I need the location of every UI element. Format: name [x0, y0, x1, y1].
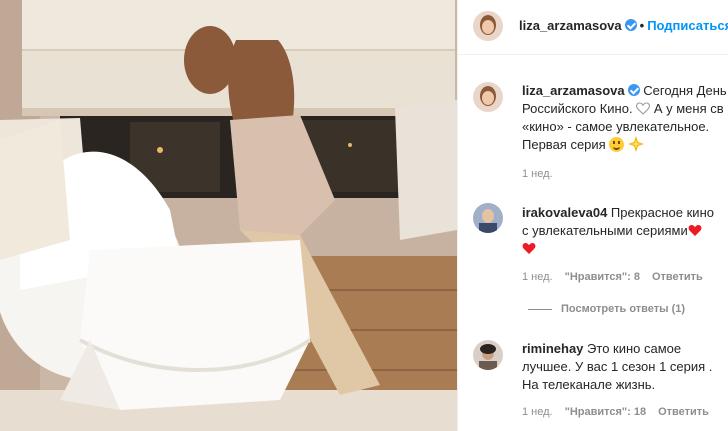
comment-time[interactable]: 1 нед. [522, 406, 553, 418]
caption-text-part-2: Российского Кино. [522, 101, 633, 116]
white-heart-emoji-icon [636, 102, 651, 115]
comment-2-line-3: На телеканале жизнь. [522, 377, 656, 392]
comment-avatar-irakovaleva04[interactable] [473, 203, 503, 233]
comment-time[interactable]: 1 нед. [522, 271, 553, 283]
caption-text-part-1: Сегодня День [643, 83, 727, 98]
caption-line-3: «кино» - самое увлекательное. [522, 119, 710, 134]
caption-avatar-image [473, 82, 503, 112]
comment-1-line-1: irakovaleva04 Прекрасное кино [522, 204, 714, 222]
comment-riminehay-text: riminehay Это кино самое лучшее. У вас 1… [522, 340, 712, 394]
smile-emoji-icon [609, 137, 625, 152]
comment-likes[interactable]: "Нравится": 8 [565, 271, 640, 283]
caption-verified-badge-icon [627, 84, 640, 96]
caption-line-1: liza_arzamasova Сегодня День [522, 82, 728, 100]
comment-1-line-3 [522, 240, 714, 258]
caption-line-2: Российского Кино. А у меня св [522, 100, 728, 118]
author-avatar-image [473, 11, 503, 41]
comment-2-line-2: лучшее. У вас 1 сезон 1 серия . [522, 359, 713, 374]
comment-2-line-1: riminehay Это кино самое [522, 340, 712, 358]
comment-1-meta: 1 нед. "Нравится": 8 Ответить [522, 271, 715, 283]
sparkle-emoji-icon [627, 136, 644, 152]
comment-likes[interactable]: "Нравится": 18 [565, 406, 646, 418]
post-photo-illustration [0, 0, 457, 431]
post-photo[interactable] [0, 0, 457, 431]
comment-1-text-part-1: Прекрасное кино [610, 205, 714, 220]
header-author-line: liza_arzamasova • Подписаться [519, 18, 728, 33]
view-replies-button[interactable]: Посмотреть ответы (1) [561, 303, 685, 315]
follow-button[interactable]: Подписаться [647, 18, 728, 33]
comment-author[interactable]: irakovaleva04 [522, 205, 607, 220]
caption-text: liza_arzamasova Сегодня День Российского… [522, 82, 728, 154]
comment-2-meta: 1 нед. "Нравится": 18 Ответить [522, 406, 721, 418]
replies-divider [528, 309, 552, 310]
comment-irakovaleva04-text: irakovaleva04 Прекрасное кино с увлекате… [522, 204, 714, 258]
comment-1-line-2: с увлекательными сериями [522, 222, 714, 240]
comment-2-text-part-1: Это кино самое [587, 341, 682, 356]
header-author-name[interactable]: liza_arzamasova [519, 18, 622, 33]
comment-1-text-part-2: с увлекательными сериями [522, 223, 688, 238]
comment-author[interactable]: riminehay [522, 341, 583, 356]
caption-avatar[interactable] [473, 82, 503, 112]
reply-button[interactable]: Ответить [652, 271, 703, 283]
reply-button[interactable]: Ответить [658, 406, 709, 418]
caption-text-part-3: А у меня св [653, 101, 724, 116]
comment-avatar-image [473, 203, 503, 233]
comment-avatar-riminehay[interactable] [473, 340, 503, 370]
post-side-panel: liza_arzamasova • Подписаться liza_arzamas… [457, 0, 728, 431]
red-heart-emoji-icon [522, 242, 536, 254]
caption-meta: 1 нед. [522, 168, 565, 180]
header-separator: • [639, 18, 645, 33]
author-avatar[interactable] [473, 11, 503, 41]
red-heart-emoji-icon [688, 224, 702, 236]
caption-text-part-5: Первая серия [522, 137, 606, 152]
verified-badge-icon [624, 19, 637, 31]
caption-time[interactable]: 1 нед. [522, 168, 553, 180]
caption-line-4: Первая серия [522, 136, 728, 154]
post-header: liza_arzamasova • Подписаться [458, 0, 728, 55]
caption-author[interactable]: liza_arzamasova [522, 83, 625, 98]
comment-avatar-image [473, 340, 503, 370]
